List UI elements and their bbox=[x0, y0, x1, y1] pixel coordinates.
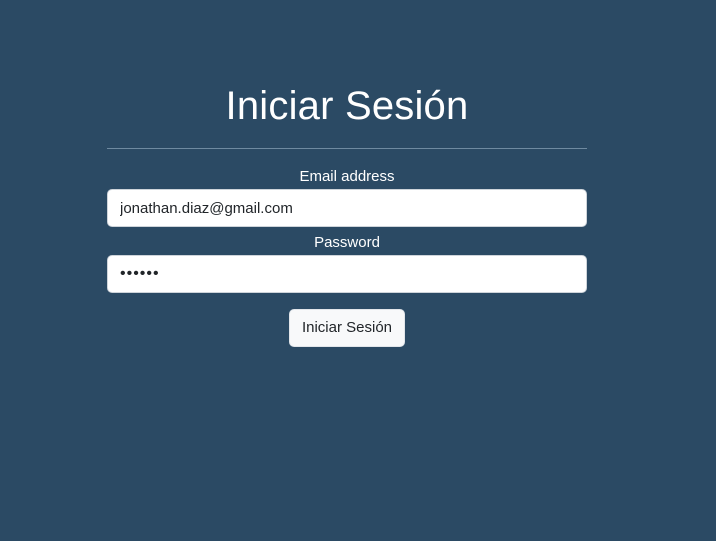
page-title: Iniciar Sesión bbox=[225, 84, 469, 128]
email-field[interactable] bbox=[107, 189, 587, 227]
password-label: Password bbox=[314, 234, 380, 251]
email-label: Email address bbox=[299, 168, 395, 185]
title-divider bbox=[107, 148, 587, 149]
login-button[interactable]: Iniciar Sesión bbox=[288, 309, 406, 347]
password-field[interactable] bbox=[107, 255, 587, 293]
submit-row: Iniciar Sesión bbox=[107, 309, 587, 347]
login-form: Iniciar Sesión Email address Password In… bbox=[107, 80, 587, 347]
